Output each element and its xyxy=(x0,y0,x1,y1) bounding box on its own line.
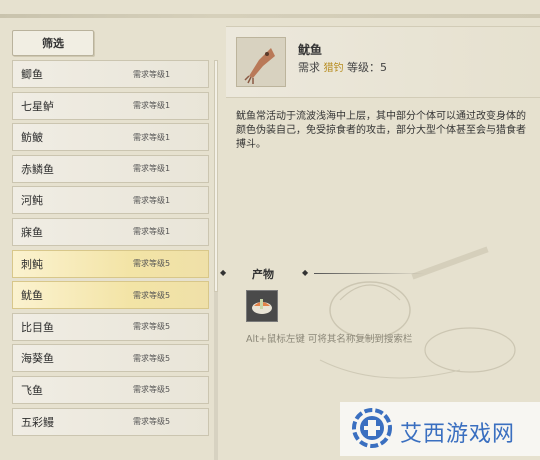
fish-requirement: 需求等级1 xyxy=(133,69,171,79)
fish-requirement: 需求等级1 xyxy=(133,227,171,237)
item-requirement: 需求 猎钓 等级：5 xyxy=(298,59,387,75)
fish-name: 五彩鳗 xyxy=(21,415,54,429)
list-item[interactable]: 七星鲈 需求等级1 xyxy=(12,91,209,120)
watermark-logo xyxy=(352,408,392,448)
fish-name: 刺鲀 xyxy=(21,257,43,271)
fish-name: 河鲀 xyxy=(21,194,43,208)
list-item[interactable]: 飞鱼 需求等级5 xyxy=(12,375,209,404)
req-level: 等级：5 xyxy=(347,61,387,74)
fish-list: 鲫鱼 需求等级1 七星鲈 需求等级1 鲂鲏 需求等级1 赤鳞鱼 需求等级1 河鲀 需求等级1 寐鱼需… xyxy=(12,60,209,439)
fish-name: 鱿鱼 xyxy=(21,289,43,303)
fish-requirement: 需求等级1 xyxy=(133,101,171,111)
fish-name: 七星鲈 xyxy=(21,99,54,113)
fish-requirement: 需求等级5 xyxy=(133,259,171,269)
item-description: 鱿鱼常活动于流波浅海中上层，其中部分个体可以通过改变身体的颜色伪装自己，免受掠食… xyxy=(236,111,526,150)
list-item[interactable]: 赤鳞鱼 需求等级1 xyxy=(12,154,209,183)
scrollbar-track[interactable] xyxy=(214,60,218,460)
sushi-icon[interactable] xyxy=(246,290,278,322)
list-item[interactable]: 河鲀 需求等级1 xyxy=(12,186,209,215)
squid-icon xyxy=(236,37,286,87)
fish-list-panel: 筛选 鲫鱼 需求等级1 七星鲈 需求等级1 鲂鲏 需求等级1 赤鳞鱼 需求等级1 河鲀 需求等级1… xyxy=(8,26,218,460)
fish-requirement: 需求等级5 xyxy=(133,353,171,363)
list-item[interactable]: 比目鱼 需求等级5 xyxy=(12,312,209,341)
diamond-icon: ◆ xyxy=(302,268,309,277)
fish-requirement: 需求等级1 xyxy=(133,195,171,205)
copy-hint: Alt+鼠标左键 可将其名称复制到搜索栏 xyxy=(246,334,413,345)
fish-requirement: 需求等级5 xyxy=(133,417,171,427)
list-item[interactable]: 鲫鱼 需求等级1 xyxy=(12,60,209,88)
watermark: 艾西游戏网 xyxy=(340,402,540,456)
fish-requirement: 需求等级5 xyxy=(133,322,171,332)
fish-name: 鲂鲏 xyxy=(21,131,43,145)
top-divider xyxy=(0,14,540,18)
fish-name: 鲫鱼 xyxy=(21,68,43,81)
list-item[interactable]: 鱿鱼 需求等级5 xyxy=(12,281,209,310)
background-sketch xyxy=(319,246,516,379)
item-name: 鱿鱼 xyxy=(298,43,323,57)
diamond-icon: ◆ xyxy=(220,268,227,277)
fish-requirement: 需求等级5 xyxy=(133,290,171,300)
fish-requirement: 需求等级1 xyxy=(133,164,171,174)
fish-requirement: 需求等级5 xyxy=(133,385,171,395)
item-detail-header: 鱿鱼 需求 猎钓 等级：5 xyxy=(226,26,540,98)
list-item[interactable]: 五彩鳗 需求等级5 xyxy=(12,407,209,436)
list-item[interactable]: 海葵鱼 需求等级5 xyxy=(12,344,209,373)
products-header: ◆ 产物 ◆ xyxy=(220,266,540,282)
list-item[interactable]: 鲂鲏 需求等级1 xyxy=(12,123,209,152)
fish-name: 海葵鱼 xyxy=(21,352,54,366)
list-item[interactable]: 寐鱼 需求等级1 xyxy=(12,217,209,246)
fish-name: 寐鱼 xyxy=(21,225,43,239)
list-item[interactable]: 刺鲀 需求等级5 xyxy=(12,249,209,278)
watermark-text: 艾西游戏网 xyxy=(400,422,516,447)
fish-name: 比目鱼 xyxy=(21,320,54,334)
products-divider xyxy=(314,273,424,274)
req-tool: 猎钓 xyxy=(323,63,344,74)
req-prefix: 需求 xyxy=(298,61,320,74)
fish-name: 飞鱼 xyxy=(21,383,43,397)
fish-name: 赤鳞鱼 xyxy=(21,162,54,176)
products-title: 产物 xyxy=(252,268,274,281)
filter-button[interactable]: 筛选 xyxy=(12,30,94,56)
scrollbar-thumb[interactable] xyxy=(214,60,218,292)
fish-requirement: 需求等级1 xyxy=(133,132,171,142)
